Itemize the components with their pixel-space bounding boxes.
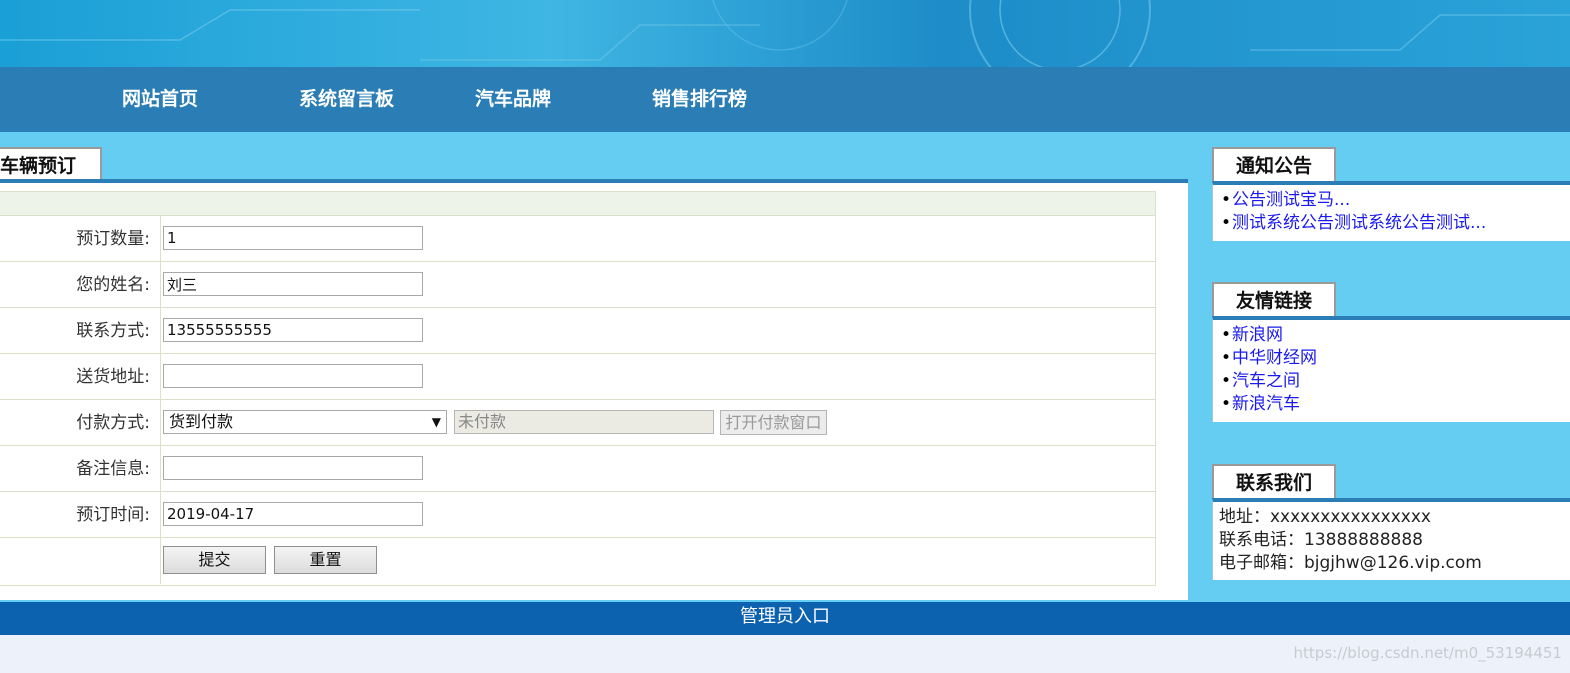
form-row-payment: 付款方式: 货到付款 ▼ 未付款 打开付款窗口 [0, 400, 1155, 446]
booking-panel: 车辆预订 预订数量: 您的姓名: 联系方式: 送货地址: [0, 132, 1188, 602]
payment-status-field: 未付款 [454, 410, 714, 434]
address-input[interactable] [163, 364, 423, 388]
booking-panel-body: 预订数量: 您的姓名: 联系方式: 送货地址: 付款方式: [0, 179, 1188, 600]
nav-item-home[interactable]: 网站首页 [122, 67, 198, 132]
date-label: 预订时间: [0, 492, 161, 538]
reset-button[interactable]: 重置 [274, 546, 377, 574]
contact-info: 地址：xxxxxxxxxxxxxxxx 联系电话：13888888888 电子邮… [1212, 498, 1570, 580]
form-row-remark: 备注信息: [0, 446, 1155, 492]
payment-method-value: 货到付款 [169, 412, 234, 431]
watermark: https://blog.csdn.net/m0_53194451 [1293, 644, 1562, 662]
contact-label: 联系方式: [0, 308, 161, 354]
remark-input[interactable] [163, 456, 423, 480]
form-row-name: 您的姓名: [0, 262, 1155, 308]
form-row-contact: 联系方式: [0, 308, 1155, 354]
contact-phone: 联系电话：13888888888 [1219, 530, 1423, 550]
header-banner [0, 0, 1570, 67]
contact-address: 地址：xxxxxxxxxxxxxxxx [1219, 507, 1431, 527]
notice-title: 通知公告 [1212, 147, 1336, 183]
contact-input[interactable] [163, 318, 423, 342]
quantity-label: 预订数量: [0, 216, 161, 262]
notice-list: 公告测试宝马... 测试系统公告测试系统公告测试... [1212, 181, 1570, 241]
footer-bar: 管理员入口 [0, 602, 1570, 635]
friend-links-list: 新浪网 中华财经网 汽车之间 新浪汽车 [1212, 316, 1570, 422]
nav-item-car-brands[interactable]: 汽车品牌 [475, 67, 551, 132]
nav-item-message-board[interactable]: 系统留言板 [299, 67, 394, 132]
booking-form: 预订数量: 您的姓名: 联系方式: 送货地址: 付款方式: [0, 191, 1156, 586]
name-label: 您的姓名: [0, 262, 161, 308]
form-row-quantity: 预订数量: [0, 216, 1155, 262]
form-row-date: 预订时间: [0, 492, 1155, 538]
payment-label: 付款方式: [0, 400, 161, 446]
friend-links-title: 友情链接 [1212, 282, 1336, 318]
quantity-input[interactable] [163, 226, 423, 250]
nav-item-sales-ranking[interactable]: 销售排行榜 [652, 67, 747, 132]
address-label: 送货地址: [0, 354, 161, 400]
banner-decoration [0, 0, 1570, 67]
friend-link-item[interactable]: 汽车之间 [1221, 370, 1570, 393]
contact-title: 联系我们 [1212, 464, 1336, 500]
submit-button[interactable]: 提交 [163, 546, 266, 574]
contact-email: 电子邮箱：bjgjhw@126.vip.com [1219, 553, 1482, 573]
friend-link-item[interactable]: 新浪网 [1221, 324, 1570, 347]
admin-entry-link[interactable]: 管理员入口 [740, 606, 830, 627]
booking-date-input[interactable] [163, 502, 423, 526]
notice-item[interactable]: 测试系统公告测试系统公告测试... [1221, 212, 1570, 235]
form-row-address: 送货地址: [0, 354, 1155, 400]
friend-link-item[interactable]: 中华财经网 [1221, 347, 1570, 370]
main-nav: 网站首页 系统留言板 汽车品牌 销售排行榜 [0, 67, 1570, 132]
notice-item[interactable]: 公告测试宝马... [1221, 189, 1570, 212]
name-input[interactable] [163, 272, 423, 296]
payment-method-select[interactable]: 货到付款 ▼ [163, 410, 447, 434]
content-area: 车辆预订 预订数量: 您的姓名: 联系方式: 送货地址: [0, 132, 1570, 602]
open-payment-window-button[interactable]: 打开付款窗口 [720, 410, 827, 435]
actions-label-cell [0, 538, 161, 584]
form-header-row [0, 192, 1155, 216]
remark-label: 备注信息: [0, 446, 161, 492]
form-row-actions: 提交 重置 [0, 538, 1155, 584]
dropdown-arrow-icon: ▼ [431, 415, 441, 429]
friend-link-item[interactable]: 新浪汽车 [1221, 393, 1570, 416]
